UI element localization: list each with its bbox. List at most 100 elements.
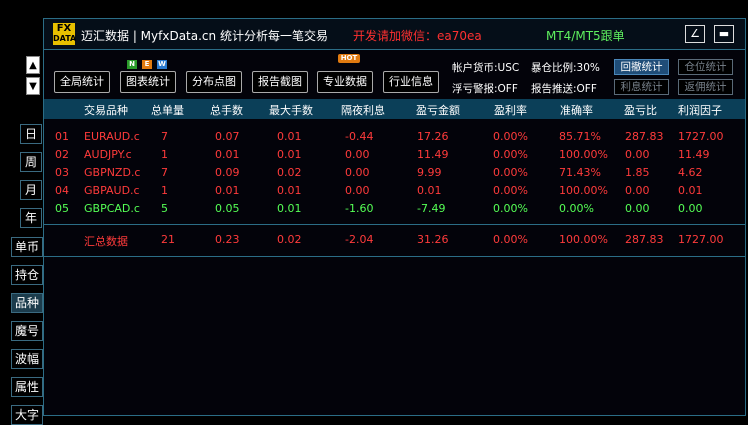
table-row[interactable]: 04 GBPAUD.c 1 0.01 0.01 0.00 0.01 0.00% … [44, 184, 745, 201]
row-profit-factor: 0.01 [678, 184, 703, 197]
summary-accuracy: 100.00% [559, 233, 608, 246]
global-stats-button[interactable]: 全局统计 [54, 71, 110, 93]
row-max-lots: 0.01 [277, 184, 302, 197]
row-max-lots: 0.02 [277, 166, 302, 179]
new-badge-e: E [142, 60, 152, 69]
row-orders: 1 [161, 184, 168, 197]
row-index: 02 [55, 148, 69, 161]
summary-max-lots: 0.02 [277, 233, 302, 246]
row-profit: -7.49 [417, 202, 446, 215]
row-orders: 7 [161, 130, 168, 143]
row-symbol: GBPAUD.c [84, 184, 140, 197]
period-day-button[interactable]: 日 [20, 124, 42, 144]
row-profit-rate: 0.00% [493, 166, 528, 179]
row-pl-ratio: 0.00 [625, 184, 650, 197]
pro-data-button[interactable]: 专业数据 [317, 71, 373, 93]
row-index: 01 [55, 130, 69, 143]
row-index: 05 [55, 202, 69, 215]
row-accuracy: 0.00% [559, 202, 594, 215]
category-large-font-button[interactable]: 大字 [11, 405, 43, 425]
row-symbol: EURAUD.c [84, 130, 140, 143]
scroll-down-button[interactable]: ▼ [26, 77, 40, 95]
summary-pl-ratio: 287.83 [625, 233, 664, 246]
row-lots: 0.09 [215, 166, 240, 179]
header-symbol: 交易品种 [84, 104, 128, 117]
title-bar: FX DATA 迈汇数据 | MyfxData.cn 统计分析每一笔交易 开发请加… [44, 19, 745, 50]
row-lots: 0.07 [215, 130, 240, 143]
scroll-up-button[interactable]: ▲ [26, 56, 40, 74]
header-max-lots: 最大手数 [269, 104, 313, 117]
row-accuracy: 100.00% [559, 184, 608, 197]
position-stats-button[interactable]: 仓位统计 [678, 59, 733, 75]
period-month-button[interactable]: 月 [20, 180, 42, 200]
minimize-button[interactable]: ∠ [685, 25, 705, 43]
row-swap: -0.44 [345, 130, 374, 143]
row-max-lots: 0.01 [277, 202, 302, 215]
summary-swap: -2.04 [345, 233, 374, 246]
restore-button[interactable]: ▬ [714, 25, 734, 43]
industry-info-button[interactable]: 行业信息 [383, 71, 439, 93]
summary-lots: 0.23 [215, 233, 240, 246]
summary-profit-factor: 1727.00 [678, 233, 724, 246]
row-max-lots: 0.01 [277, 148, 302, 161]
drawdown-ratio: 暴仓比例:30% [531, 62, 600, 74]
category-volatility-button[interactable]: 波幅 [11, 349, 43, 369]
category-attributes-button[interactable]: 属性 [11, 377, 43, 397]
row-pl-ratio: 0.00 [625, 202, 650, 215]
row-symbol: GBPCAD.c [84, 202, 140, 215]
rebate-stats-button[interactable]: 返佣统计 [678, 79, 733, 95]
summary-profit-rate: 0.00% [493, 233, 528, 246]
row-accuracy: 100.00% [559, 148, 608, 161]
header-orders: 总单量 [151, 104, 184, 117]
table-row[interactable]: 02 AUDJPY.c 1 0.01 0.01 0.00 11.49 0.00%… [44, 148, 745, 165]
summary-profit: 31.26 [417, 233, 449, 246]
report-screenshot-button[interactable]: 报告截图 [252, 71, 308, 93]
row-profit-rate: 0.00% [493, 148, 528, 161]
header-profit-rate: 盈利率 [494, 104, 527, 117]
app-title: 迈汇数据 | MyfxData.cn 统计分析每一笔交易 [81, 29, 328, 43]
mt-copy-trade-link[interactable]: MT4/MT5跟单 [546, 27, 625, 44]
table-row[interactable]: 01 EURAUD.c 7 0.07 0.01 -0.44 17.26 0.00… [44, 130, 745, 147]
hot-badge: HOT [338, 54, 360, 63]
row-profit-factor: 1727.00 [678, 130, 724, 143]
row-profit-rate: 0.00% [493, 202, 528, 215]
row-max-lots: 0.01 [277, 130, 302, 143]
row-swap: 0.00 [345, 148, 370, 161]
drawdown-stats-button[interactable]: 回撤统计 [614, 59, 669, 75]
row-orders: 1 [161, 148, 168, 161]
table-row[interactable]: 05 GBPCAD.c 5 0.05 0.01 -1.60 -7.49 0.00… [44, 202, 745, 219]
row-profit-factor: 0.00 [678, 202, 703, 215]
category-magic-button[interactable]: 魔号 [11, 321, 43, 341]
chart-stats-button[interactable]: 图表统计 [120, 71, 176, 93]
table-row[interactable]: 03 GBPNZD.c 7 0.09 0.02 0.00 9.99 0.00% … [44, 166, 745, 183]
row-lots: 0.01 [215, 148, 240, 161]
category-symbols-button[interactable]: 品种 [11, 293, 43, 313]
account-currency: 帐户货币:USC [452, 62, 520, 74]
row-profit: 0.01 [417, 184, 442, 197]
row-profit-rate: 0.00% [493, 130, 528, 143]
header-lots: 总手数 [210, 104, 243, 117]
summary-label: 汇总数据 [84, 235, 128, 248]
row-swap: 0.00 [345, 184, 370, 197]
summary-divider [44, 256, 745, 257]
row-orders: 5 [161, 202, 168, 215]
category-single-currency-button[interactable]: 单币 [11, 237, 43, 257]
interest-stats-button[interactable]: 利息统计 [614, 79, 669, 95]
row-profit: 11.49 [417, 148, 449, 161]
fxdata-logo: FX DATA [53, 23, 77, 45]
summary-row: 汇总数据 21 0.23 0.02 -2.04 31.26 0.00% 100.… [44, 233, 745, 250]
row-pl-ratio: 287.83 [625, 130, 664, 143]
category-positions-button[interactable]: 持仓 [11, 265, 43, 285]
header-accuracy: 准确率 [560, 104, 593, 117]
row-accuracy: 71.43% [559, 166, 601, 179]
header-profit: 盈亏金额 [416, 104, 460, 117]
period-week-button[interactable]: 周 [20, 152, 42, 172]
row-profit-factor: 11.49 [678, 148, 710, 161]
summary-orders: 21 [161, 233, 175, 246]
row-lots: 0.05 [215, 202, 240, 215]
table-header: 交易品种 总单量 总手数 最大手数 隔夜利息 盈亏金额 盈利率 准确率 盈亏比 … [44, 99, 745, 119]
distribution-plot-button[interactable]: 分布点图 [186, 71, 242, 93]
float-loss-alert: 浮亏警报:OFF [452, 83, 518, 95]
row-profit-factor: 4.62 [678, 166, 703, 179]
period-year-button[interactable]: 年 [20, 208, 42, 228]
